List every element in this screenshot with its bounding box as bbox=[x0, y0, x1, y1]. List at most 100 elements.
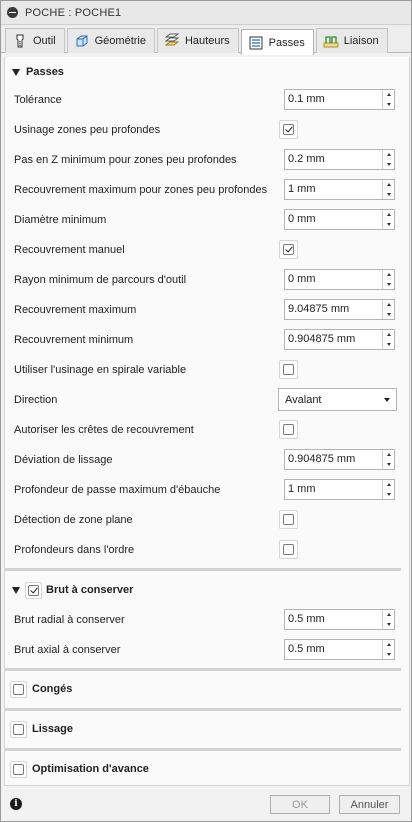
stock-checkbox[interactable] bbox=[25, 581, 42, 599]
decrement-icon[interactable] bbox=[383, 620, 394, 630]
decrement-icon[interactable] bbox=[383, 280, 394, 290]
min-toolpath-radius-value[interactable]: 0 mm bbox=[285, 270, 382, 289]
tab-outil-label: Outil bbox=[33, 35, 56, 47]
overlap-ridges-label: Autoriser les crêtes de recouvrement bbox=[14, 424, 194, 436]
passes-group-header[interactable]: Passes bbox=[5, 57, 401, 87]
feed-optimization-group-header[interactable]: Optimisation d'avance bbox=[5, 754, 401, 784]
tab-liaison[interactable]: Liaison bbox=[315, 28, 388, 53]
decrement-icon[interactable] bbox=[383, 460, 394, 470]
radial-stock-input[interactable]: 0.5 mm bbox=[284, 609, 395, 630]
checkbox-box bbox=[283, 514, 294, 525]
expand-arrow-icon[interactable] bbox=[12, 586, 20, 594]
flat-detection-checkbox[interactable] bbox=[279, 510, 298, 529]
decrement-icon[interactable] bbox=[383, 160, 394, 170]
decrement-icon[interactable] bbox=[383, 310, 394, 320]
radial-stock-value[interactable]: 0.5 mm bbox=[285, 610, 382, 629]
row-radial-stock: Brut radial à conserver 0.5 mm bbox=[5, 605, 401, 635]
increment-icon[interactable] bbox=[383, 450, 394, 460]
max-overlap-input[interactable]: 9.04875 mm bbox=[284, 299, 395, 320]
decrement-icon[interactable] bbox=[383, 650, 394, 660]
max-roughing-depth-input[interactable]: 1 mm bbox=[284, 479, 395, 500]
axial-stock-value[interactable]: 0.5 mm bbox=[285, 640, 382, 659]
tolerance-value[interactable]: 0.1 mm bbox=[285, 90, 382, 109]
increment-icon[interactable] bbox=[383, 90, 394, 100]
stock-group-title: Brut à conserver bbox=[46, 584, 134, 596]
fillets-group-title: Congés bbox=[32, 683, 73, 695]
row-manual-overlap: Recouvrement manuel bbox=[5, 235, 401, 265]
min-diameter-input[interactable]: 0 mm bbox=[284, 209, 395, 230]
feed-optimization-checkbox[interactable] bbox=[10, 760, 27, 778]
increment-icon[interactable] bbox=[383, 480, 394, 490]
increment-icon[interactable] bbox=[383, 270, 394, 280]
pocket-dialog: POCHE : POCHE1 Outil Géométrie Hauteurs bbox=[0, 0, 412, 822]
row-shallow: Usinage zones peu profondes bbox=[5, 115, 401, 145]
section-divider bbox=[5, 708, 401, 711]
max-overlap-value[interactable]: 9.04875 mm bbox=[285, 300, 382, 319]
manual-overlap-checkbox[interactable] bbox=[279, 240, 298, 259]
shallow-checkbox[interactable] bbox=[279, 120, 298, 139]
title-bar: POCHE : POCHE1 bbox=[1, 1, 411, 25]
increment-icon[interactable] bbox=[383, 180, 394, 190]
shallow-min-z-input[interactable]: 0.2 mm bbox=[284, 149, 395, 170]
dropdown-caret-icon[interactable] bbox=[384, 397, 390, 402]
increment-icon[interactable] bbox=[383, 150, 394, 160]
shallow-max-overlap-value[interactable]: 1 mm bbox=[285, 180, 382, 199]
min-diameter-value[interactable]: 0 mm bbox=[285, 210, 382, 229]
row-direction: Direction Avalant bbox=[5, 385, 401, 415]
tolerance-label: Tolérance bbox=[14, 94, 62, 106]
min-toolpath-radius-input[interactable]: 0 mm bbox=[284, 269, 395, 290]
tab-passes[interactable]: Passes bbox=[240, 29, 314, 55]
increment-icon[interactable] bbox=[383, 210, 394, 220]
passes-group-title: Passes bbox=[26, 66, 64, 78]
row-shallow-min-z: Pas en Z minimum pour zones peu profonde… bbox=[5, 145, 401, 175]
min-overlap-input[interactable]: 0.904875 mm bbox=[284, 329, 395, 350]
passes-panel: Passes Tolérance 0.1 mm Usinage zones pe… bbox=[4, 57, 410, 786]
depths-in-order-checkbox[interactable] bbox=[279, 540, 298, 559]
shallow-min-z-value[interactable]: 0.2 mm bbox=[285, 150, 382, 169]
decrement-icon[interactable] bbox=[383, 100, 394, 110]
min-overlap-label: Recouvrement minimum bbox=[14, 334, 134, 346]
variable-spiral-label: Utiliser l'usinage en spirale variable bbox=[14, 364, 187, 376]
shallow-max-overlap-input[interactable]: 1 mm bbox=[284, 179, 395, 200]
axial-stock-input[interactable]: 0.5 mm bbox=[284, 639, 395, 660]
section-divider bbox=[5, 568, 401, 571]
variable-spiral-checkbox[interactable] bbox=[279, 360, 298, 379]
checkmark-icon bbox=[28, 584, 39, 596]
direction-select[interactable]: Avalant bbox=[278, 388, 397, 411]
checkbox-box bbox=[13, 723, 24, 735]
info-icon[interactable]: i bbox=[10, 798, 22, 810]
ok-button[interactable]: OK bbox=[270, 795, 330, 814]
decrement-icon[interactable] bbox=[383, 190, 394, 200]
row-max-overlap: Recouvrement maximum 9.04875 mm bbox=[5, 295, 401, 325]
min-overlap-value[interactable]: 0.904875 mm bbox=[285, 330, 382, 349]
increment-icon[interactable] bbox=[383, 640, 394, 650]
stock-group-header[interactable]: Brut à conserver bbox=[5, 575, 401, 605]
max-roughing-depth-value[interactable]: 1 mm bbox=[285, 480, 382, 499]
smoothing-deviation-input[interactable]: 0.904875 mm bbox=[284, 449, 395, 470]
smoothing-deviation-value[interactable]: 0.904875 mm bbox=[285, 450, 382, 469]
decrement-icon[interactable] bbox=[383, 340, 394, 350]
decrement-icon[interactable] bbox=[383, 220, 394, 230]
checkbox-box bbox=[13, 763, 24, 775]
tab-passes-label: Passes bbox=[268, 36, 305, 49]
increment-icon[interactable] bbox=[383, 330, 394, 340]
tab-geometrie[interactable]: Géométrie bbox=[66, 28, 155, 53]
tab-outil[interactable]: Outil bbox=[5, 28, 65, 53]
increment-icon[interactable] bbox=[383, 300, 394, 310]
checkbox-box bbox=[283, 424, 294, 435]
direction-value[interactable]: Avalant bbox=[279, 394, 384, 406]
fillets-checkbox[interactable] bbox=[10, 680, 27, 698]
tab-hauteurs[interactable]: Hauteurs bbox=[156, 28, 239, 53]
expand-arrow-icon[interactable] bbox=[12, 68, 20, 76]
tolerance-input[interactable]: 0.1 mm bbox=[284, 89, 395, 110]
row-min-toolpath-radius: Rayon minimum de parcours d'outil 0 mm bbox=[5, 265, 401, 295]
fillets-group-header[interactable]: Congés bbox=[5, 674, 401, 704]
collapse-icon[interactable] bbox=[7, 7, 18, 18]
decrement-icon[interactable] bbox=[383, 490, 394, 500]
increment-icon[interactable] bbox=[383, 610, 394, 620]
cancel-button[interactable]: Annuler bbox=[339, 795, 400, 814]
smoothing-group-header[interactable]: Lissage bbox=[5, 714, 401, 744]
smoothing-checkbox[interactable] bbox=[10, 720, 27, 738]
row-shallow-max-overlap: Recouvrement maximum pour zones peu prof… bbox=[5, 175, 401, 205]
overlap-ridges-checkbox[interactable] bbox=[279, 420, 298, 439]
